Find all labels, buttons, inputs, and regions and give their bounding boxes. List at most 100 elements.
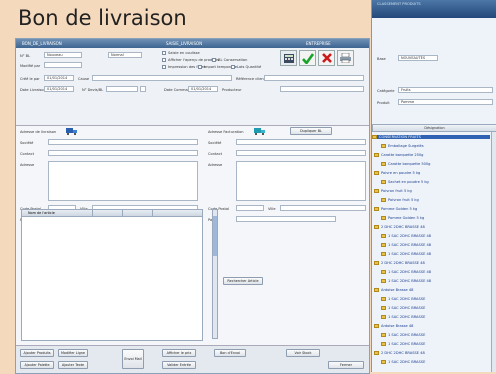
- tree-item-label: 1 SAC 2DHC BRASSE: [388, 297, 426, 301]
- tree-item-label: Emballage Surgelés: [388, 144, 424, 148]
- tree-item[interactable]: Emballage Surgelés: [381, 144, 424, 148]
- folder-icon: [381, 297, 386, 301]
- bottom-toolbar: Ajouter Produits Modifier Ligne Ajouter …: [16, 345, 369, 373]
- checkbox-3[interactable]: [162, 65, 166, 69]
- right-contact-field[interactable]: [236, 150, 366, 156]
- right-adresse-field[interactable]: [236, 161, 366, 201]
- send-mail-button[interactable]: Envoi Mail: [122, 349, 144, 369]
- checkbox-5-label: Lots Quantité: [237, 65, 262, 69]
- validate-button[interactable]: [299, 50, 316, 66]
- tree-item[interactable]: 1 SAC 2DHC BRASSE 48: [381, 252, 431, 256]
- dateliv-field[interactable]: 01/01/2014: [44, 86, 74, 92]
- tree-item[interactable]: 2 DHC 2DHC BRASSE 48: [374, 351, 425, 355]
- cree-label: Créé le par: [20, 77, 40, 81]
- tree-item[interactable]: Ardoise Brasse 48: [374, 324, 413, 328]
- tree-item[interactable]: Poivron fruit 5 kg: [381, 198, 419, 202]
- tree-item[interactable]: 1 SAC 2DHC BRASSE 48: [381, 270, 431, 274]
- folder-icon: [374, 288, 379, 292]
- num-field[interactable]: Nouveau: [44, 52, 82, 58]
- modifie-field[interactable]: [44, 62, 82, 68]
- tree-item-label: Sachet en poudre 5 kg: [388, 180, 429, 184]
- tree-item[interactable]: Poivron fruit 5 kg: [374, 189, 412, 193]
- calculator-button[interactable]: [280, 50, 297, 66]
- ref-client-field[interactable]: [264, 75, 364, 81]
- billing-address-heading: Adresse Facturation: [208, 130, 244, 134]
- tree-item[interactable]: 1 SAC 2DHC BRASSE: [381, 306, 425, 310]
- tree-item[interactable]: 2 DHC 2DHC BRASSE 48: [374, 261, 425, 265]
- cree-field[interactable]: 01/01/2014: [44, 75, 74, 81]
- right-societe-field[interactable]: [236, 139, 366, 145]
- folder-icon: [381, 162, 386, 166]
- tree-item[interactable]: Pomme Golden 5 kg: [381, 216, 424, 220]
- produit-select[interactable]: Pomme: [398, 99, 493, 105]
- page-title: Bon de livraison: [18, 6, 187, 30]
- status-select[interactable]: Normal: [108, 52, 142, 58]
- tree-item[interactable]: Carotte barquette 250g: [374, 153, 423, 157]
- lines-grid[interactable]: Nom de l'article: [21, 209, 203, 341]
- duplicate-button[interactable]: Dupliquer BL: [290, 127, 332, 135]
- folder-icon: [381, 333, 386, 337]
- left-societe-label: Société: [20, 141, 34, 145]
- tree-scrollbar[interactable]: [491, 132, 496, 372]
- checkbox-2[interactable]: [212, 58, 216, 62]
- right-societe-label: Société: [208, 141, 222, 145]
- left-contact-field[interactable]: [48, 150, 198, 156]
- tree-item[interactable]: CONSERVATION FRUITS: [372, 135, 490, 139]
- add-palette-button[interactable]: Ajouter Palette: [20, 361, 54, 369]
- folder-icon: [381, 306, 386, 310]
- tree-item-label: 1 SAC 2DHC BRASSE: [388, 333, 426, 337]
- tree-item[interactable]: 1 SAC 2DHC BRASSE: [381, 342, 425, 346]
- tree-item-label: Poivron fruit 5 kg: [381, 189, 412, 193]
- folder-icon: [381, 360, 386, 364]
- right-pays-select[interactable]: [236, 216, 336, 222]
- base-field[interactable]: NOUVEAUTÉS: [398, 55, 438, 61]
- checkbox-5[interactable]: [231, 65, 235, 69]
- tree-item[interactable]: Ardoise Brasse 48: [374, 288, 413, 292]
- folder-icon: [381, 234, 386, 238]
- checkbox-1[interactable]: [162, 58, 166, 62]
- tree-item[interactable]: Carotte barquette 500g: [381, 162, 430, 166]
- tree-item[interactable]: 2 DHC 2DHC BRASSE 48: [374, 225, 425, 229]
- tree-item-label: 1 SAC 2DHC BRASSE: [388, 306, 426, 310]
- edit-line-button[interactable]: Modifier Ligne: [58, 349, 88, 357]
- right-cp-field[interactable]: [236, 205, 264, 211]
- print-button[interactable]: [337, 50, 354, 66]
- show-price-button[interactable]: Afficher le prix: [162, 349, 196, 357]
- folder-icon: [374, 153, 379, 157]
- categorie-select[interactable]: Fruits: [398, 87, 493, 93]
- checkbox-4[interactable]: [198, 65, 202, 69]
- validate-entry-button[interactable]: Valider Entrée: [162, 361, 196, 369]
- tree-item[interactable]: 1 SAC 2DHC BRASSE: [381, 315, 425, 319]
- search-article-button[interactable]: Rechercher Article: [223, 277, 263, 285]
- right-ville-field[interactable]: [280, 205, 366, 211]
- tree-item[interactable]: Pomme Golden 5 kg: [374, 207, 417, 211]
- close-button[interactable]: Fermer: [328, 361, 364, 369]
- folder-icon: [374, 324, 379, 328]
- tree-item[interactable]: 1 SAC 2DHC BRASSE 48: [381, 243, 431, 247]
- left-societe-field[interactable]: [48, 139, 198, 145]
- folder-icon: [374, 207, 379, 211]
- tree-item[interactable]: 1 SAC 2DHC BRASSE: [381, 297, 425, 301]
- date-cmd-field[interactable]: 01/01/2014: [188, 86, 218, 92]
- cause-field[interactable]: [92, 75, 232, 81]
- checkbox-0[interactable]: [162, 51, 166, 55]
- tree-item[interactable]: Poivre en poudre 5 kg: [374, 171, 420, 175]
- send-note-button[interactable]: Bon d'Envoi: [214, 349, 246, 357]
- tree-item[interactable]: Sachet en poudre 5 kg: [381, 180, 429, 184]
- add-products-button[interactable]: Ajouter Produits: [20, 349, 54, 357]
- producteur-field[interactable]: [280, 86, 364, 92]
- tree-item[interactable]: 1 SAC 2DHC BRASSE: [381, 360, 425, 364]
- add-text-button[interactable]: Ajouter Texte: [58, 361, 88, 369]
- tree-item[interactable]: 1 SAC 2DHC BRASSE: [381, 333, 425, 337]
- grid-scroll-thumb[interactable]: [213, 216, 217, 256]
- num-bl-browse-button[interactable]: [140, 86, 146, 92]
- left-adresse-field[interactable]: [48, 161, 198, 201]
- grid-scrollbar[interactable]: [212, 209, 218, 339]
- tree-item[interactable]: 1 SAC 2DHC BRASSE 48: [381, 234, 431, 238]
- view-stock-button[interactable]: Voir Stock: [286, 349, 320, 357]
- tree-item-label: Ardoise Brasse 48: [381, 288, 414, 292]
- tree-item[interactable]: 1 SAC 2DHC BRASSE 48: [381, 279, 431, 283]
- folder-icon: [381, 180, 386, 184]
- delete-button[interactable]: [318, 50, 335, 66]
- num-bl-field[interactable]: [106, 86, 138, 92]
